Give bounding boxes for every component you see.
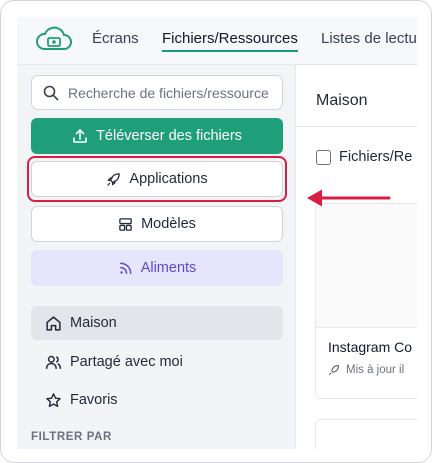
active-tab-indicator	[162, 50, 298, 52]
file-card[interactable]: Instagram Co Mis à jour il	[315, 203, 417, 399]
tab-screens[interactable]: Écrans	[92, 30, 139, 47]
sidebar-item-label: Favoris	[70, 392, 118, 408]
main-content: Maison Fichiers/Re Instagram Co Mis à jo…	[295, 65, 417, 449]
app-window: Écrans Fichiers/Ressources Listes de lec…	[17, 17, 417, 449]
upload-icon	[73, 129, 87, 143]
sidebar-item-label: Maison	[70, 315, 117, 331]
main-header: Maison	[296, 65, 417, 127]
rocket-icon	[328, 364, 340, 376]
rss-icon	[119, 262, 132, 274]
search-box	[31, 75, 283, 110]
templates-button[interactable]: Modèles	[31, 206, 283, 242]
search-icon	[43, 85, 59, 101]
card-meta: Mis à jour il	[328, 364, 404, 376]
cloud-logo-icon[interactable]	[35, 25, 73, 53]
top-nav: Écrans Fichiers/Ressources Listes de lec…	[17, 17, 417, 65]
feeds-label: Aliments	[140, 260, 197, 276]
templates-label: Modèles	[141, 216, 196, 232]
upload-files-label: Téléverser des fichiers	[96, 128, 242, 144]
card-title: Instagram Co	[328, 339, 413, 355]
search-input[interactable]	[68, 82, 278, 104]
tab-files-resources[interactable]: Fichiers/Ressources	[162, 30, 298, 47]
upload-files-button[interactable]: Téléverser des fichiers	[31, 118, 283, 154]
filter-by-heading: FILTRER PAR	[31, 431, 112, 443]
sidebar-item-favorites[interactable]: Favoris	[31, 383, 283, 417]
sidebar-item-label: Partagé avec moi	[70, 354, 183, 370]
sidebar-item-shared[interactable]: Partagé avec moi	[31, 345, 283, 379]
feeds-button[interactable]: Aliments	[31, 250, 283, 286]
star-icon	[46, 392, 61, 407]
home-icon	[46, 315, 61, 331]
file-card[interactable]	[315, 419, 417, 449]
select-all-label: Fichiers/Re	[339, 149, 413, 165]
page-title: Maison	[316, 92, 368, 109]
card-updated-text: Mis à jour il	[346, 364, 405, 376]
users-icon	[45, 355, 62, 369]
card-thumbnail	[316, 204, 417, 328]
highlight-box	[27, 156, 287, 202]
select-all-row[interactable]: Fichiers/Re	[316, 149, 412, 165]
tab-playlists[interactable]: Listes de lectu	[321, 30, 417, 47]
sidebar: Téléverser des fichiers Applications	[17, 65, 295, 449]
arrow-left-icon	[307, 189, 391, 207]
sidebar-item-home[interactable]: Maison	[31, 306, 283, 340]
window-frame: Écrans Fichiers/Ressources Listes de lec…	[0, 0, 432, 463]
layout-template-icon	[119, 217, 132, 231]
select-all-checkbox[interactable]	[316, 149, 331, 165]
